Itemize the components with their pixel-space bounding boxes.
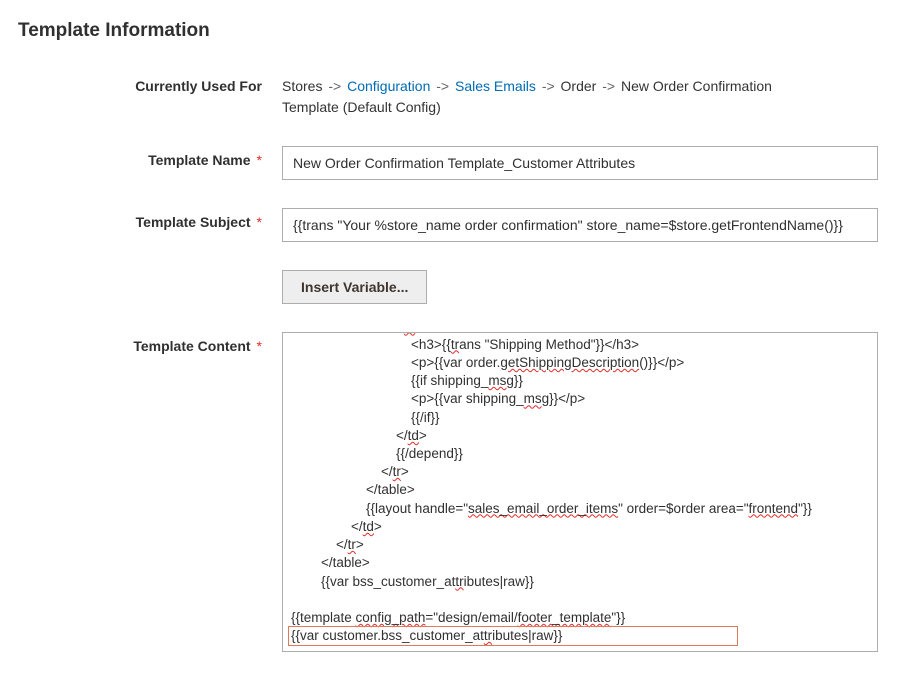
breadcrumb-part-template: New Order Confirmation (621, 78, 772, 94)
breadcrumb-part-stores: Stores (282, 78, 322, 94)
label-template-content: Template Content* (18, 332, 282, 354)
breadcrumb-link-configuration[interactable]: Configuration (347, 78, 430, 94)
template-subject-input[interactable] (282, 208, 878, 242)
template-name-input[interactable] (282, 146, 878, 180)
row-currently-used-for: Currently Used For Stores -> Configurati… (18, 72, 896, 118)
row-template-subject: Template Subject* (18, 208, 896, 242)
breadcrumb-arrow: -> (436, 78, 449, 94)
breadcrumb-arrow: -> (542, 78, 555, 94)
breadcrumb-arrow: -> (602, 78, 615, 94)
breadcrumb-arrow: -> (328, 78, 341, 94)
row-insert-variable: Insert Variable... (18, 270, 896, 304)
breadcrumb: Stores -> Configuration -> Sales Emails … (282, 72, 878, 118)
label-template-name: Template Name* (18, 146, 282, 168)
breadcrumb-part-order: Order (561, 78, 597, 94)
breadcrumb-link-sales-emails[interactable]: Sales Emails (455, 78, 536, 94)
template-content-textarea[interactable]: </td> {{depend order.getIsNotVirtual()}}… (282, 332, 878, 652)
section-title: Template Information (18, 20, 896, 42)
label-template-subject: Template Subject* (18, 208, 282, 230)
row-template-content: Template Content* </td> {{depend order.g… (18, 332, 896, 652)
breadcrumb-part-default-config: Template (Default Config) (282, 99, 441, 115)
label-currently-used-for: Currently Used For (18, 72, 282, 94)
row-template-name: Template Name* (18, 146, 896, 180)
insert-variable-button[interactable]: Insert Variable... (282, 270, 427, 304)
